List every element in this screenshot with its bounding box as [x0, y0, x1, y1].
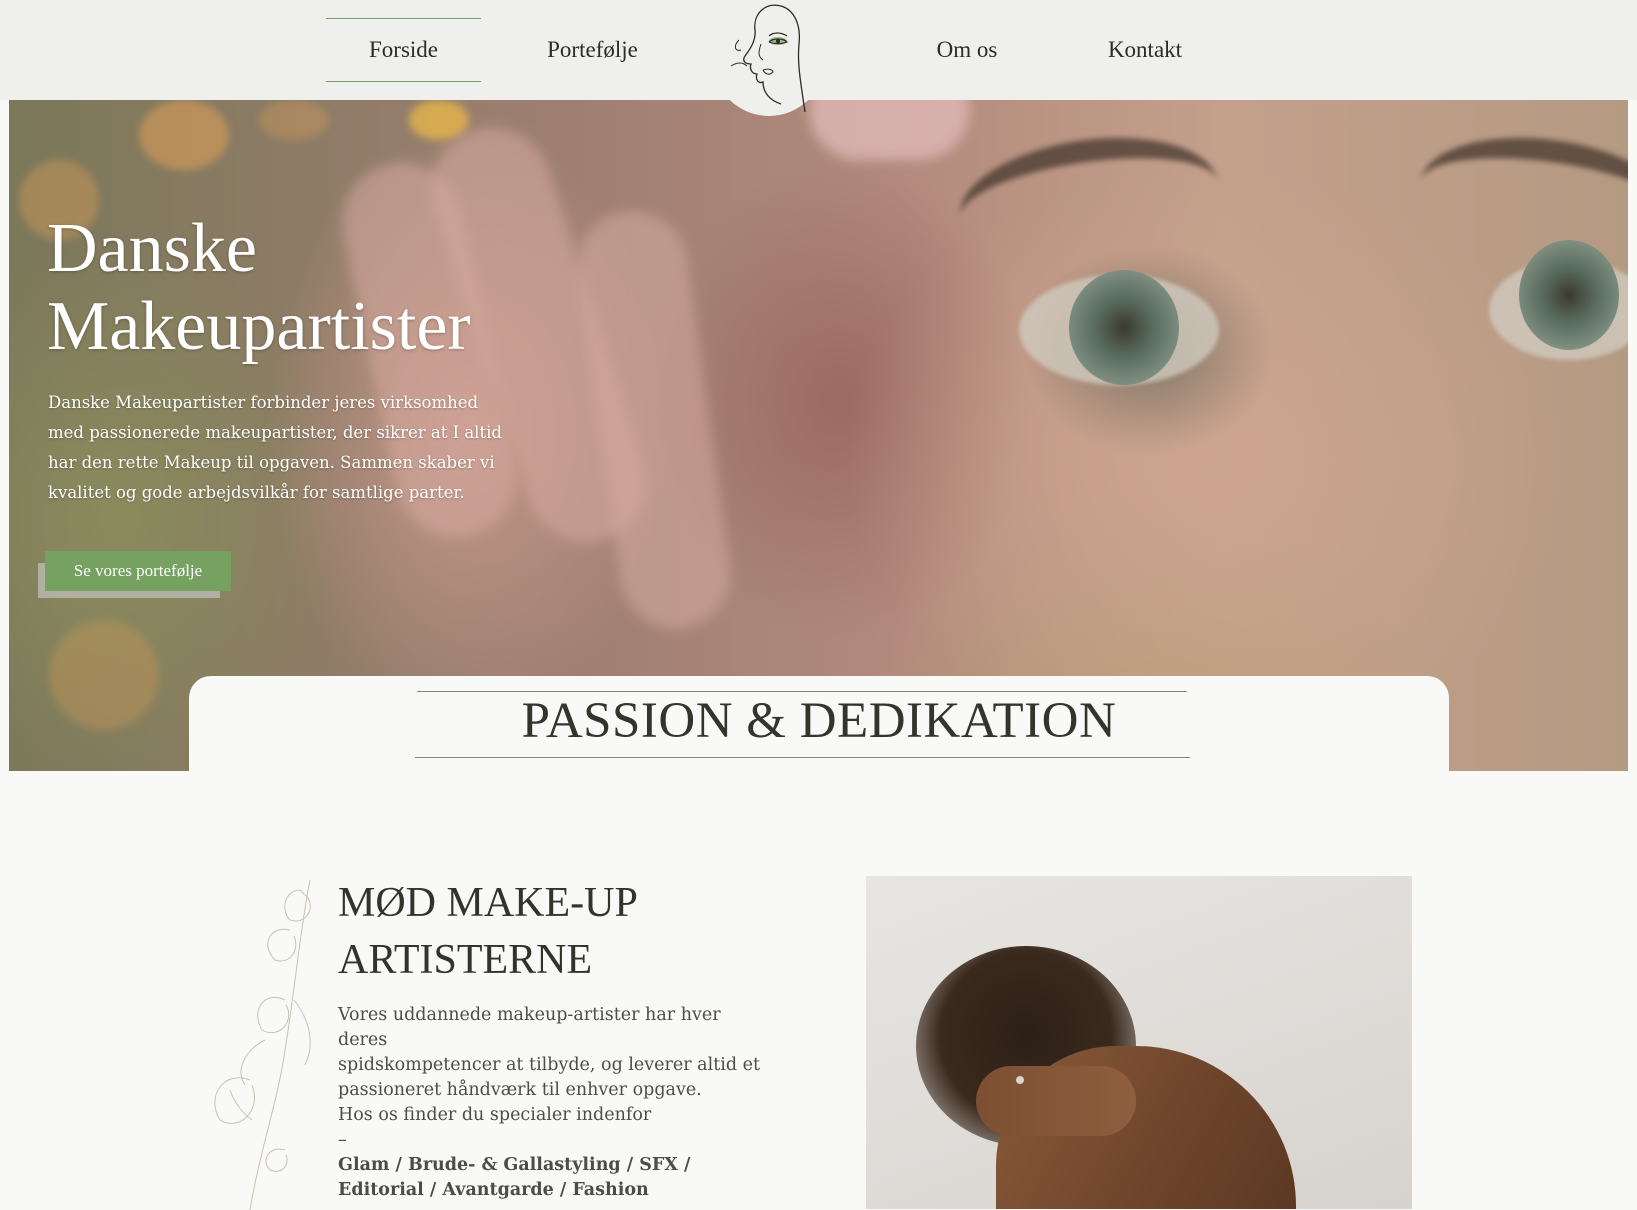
nav-item-portefolje[interactable]: Portefølje: [530, 18, 655, 82]
face-line-art-logo-icon: [730, 4, 806, 113]
hero-section: Danske Makeupartister Danske Makeupartis…: [9, 100, 1628, 771]
specialties-line-1: Glam / Brude- & Gallastyling / SFX /: [338, 1155, 691, 1175]
bottom-divider: [415, 757, 1190, 758]
body-dash: –: [338, 1130, 347, 1150]
meet-artists-body: Vores uddannede makeup-artister har hver…: [338, 1003, 768, 1203]
hero-title-line-2: Makeupartister: [47, 288, 471, 365]
specialties-line-2: Editorial / Avantgarde / Fashion: [338, 1180, 649, 1200]
floral-line-art-icon: [214, 879, 311, 1210]
meet-artists-title: MØD MAKE-UP ARTISTERNE: [338, 875, 798, 989]
hero-description: Danske Makeupartister forbinder jeres vi…: [48, 393, 502, 502]
hero-title: Danske Makeupartister: [47, 210, 647, 366]
body-line: passioneret håndværk til enhver opgave.: [338, 1080, 702, 1100]
nav-item-forside[interactable]: Forside: [326, 18, 481, 82]
meet-title-line-2: ARTISTERNE: [338, 937, 593, 983]
view-portfolio-button[interactable]: Se vores portefølje: [45, 551, 231, 591]
nav-item-om-os[interactable]: Om os: [922, 18, 1012, 82]
hero-title-line-1: Danske: [47, 210, 257, 287]
artist-photo: [866, 876, 1412, 1209]
body-line: spidskompetencer at tilbyde, og leverer …: [338, 1055, 760, 1075]
meet-title-line-1: MØD MAKE-UP: [338, 880, 638, 926]
body-line: Hos os finder du specialer indenfor: [338, 1105, 652, 1125]
section-title: PASSION & DEDIKATION: [521, 693, 1117, 749]
body-line: Vores uddannede makeup-artister har hver…: [338, 1005, 721, 1050]
section-header-card: PASSION & DEDIKATION: [189, 676, 1449, 796]
nav-item-kontakt[interactable]: Kontakt: [1095, 18, 1195, 82]
logo[interactable]: [713, 0, 825, 116]
